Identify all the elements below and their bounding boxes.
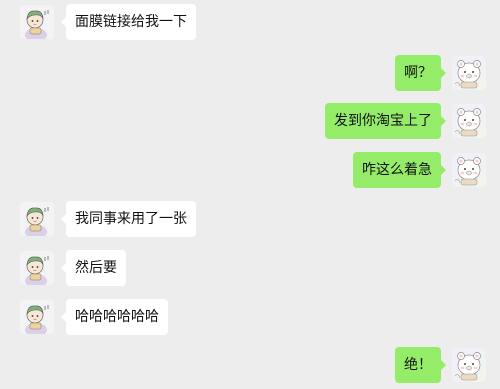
contact-avatar[interactable] — [20, 300, 54, 334]
message-row: 绝！ — [0, 343, 500, 387]
girl-avatar-icon — [20, 300, 54, 334]
message-row: 我同事来用了一张 — [0, 197, 500, 241]
incoming-message-bubble[interactable]: 哈哈哈哈哈哈 — [61, 299, 168, 335]
message-row: 面膜链接给我一下 — [0, 0, 500, 44]
my-avatar[interactable] — [452, 56, 486, 90]
incoming-message-bubble[interactable]: 面膜链接给我一下 — [61, 4, 196, 40]
message-row: 哈哈哈哈哈哈 — [0, 295, 500, 339]
message-row: 发到你淘宝上了 — [0, 99, 500, 143]
incoming-message-bubble[interactable]: 然后要 — [61, 250, 126, 286]
bear-avatar-icon — [454, 108, 481, 137]
message-row: 然后要 — [0, 246, 500, 290]
outgoing-message-bubble[interactable]: 咋这么着急 — [353, 152, 446, 188]
contact-avatar[interactable] — [20, 5, 54, 39]
outgoing-message-bubble[interactable]: 发到你淘宝上了 — [325, 103, 446, 139]
contact-avatar[interactable] — [20, 202, 54, 236]
outgoing-message-bubble[interactable]: 啊？ — [395, 55, 446, 91]
bear-avatar-icon — [454, 60, 481, 89]
my-avatar[interactable] — [452, 153, 486, 187]
girl-avatar-icon — [20, 5, 54, 39]
message-row: 咋这么着急 — [0, 148, 500, 192]
girl-avatar-icon — [20, 202, 54, 236]
my-avatar[interactable] — [452, 348, 486, 382]
my-avatar[interactable] — [452, 104, 486, 138]
girl-avatar-icon — [20, 251, 54, 285]
contact-avatar[interactable] — [20, 251, 54, 285]
bear-avatar-icon — [454, 352, 481, 381]
outgoing-message-bubble[interactable]: 绝！ — [395, 347, 446, 383]
bear-avatar-icon — [454, 157, 481, 186]
message-row: 啊？ — [0, 51, 500, 95]
incoming-message-bubble[interactable]: 我同事来用了一张 — [61, 201, 196, 237]
